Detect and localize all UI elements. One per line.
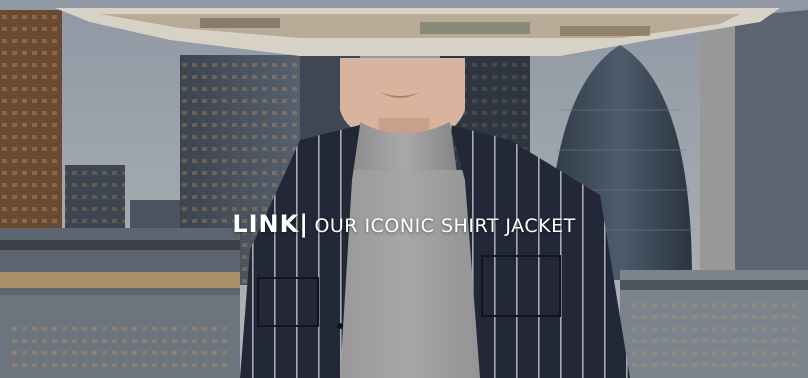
banner-headline: LINK| OUR ICONIC SHIRT JACKET [0,210,808,238]
banner-tagline: OUR ICONIC SHIRT JACKET [314,215,576,237]
brand-name: LINK| [232,210,309,238]
hero-banner[interactable]: LINK| OUR ICONIC SHIRT JACKET [0,0,808,378]
hero-photo [0,0,808,378]
